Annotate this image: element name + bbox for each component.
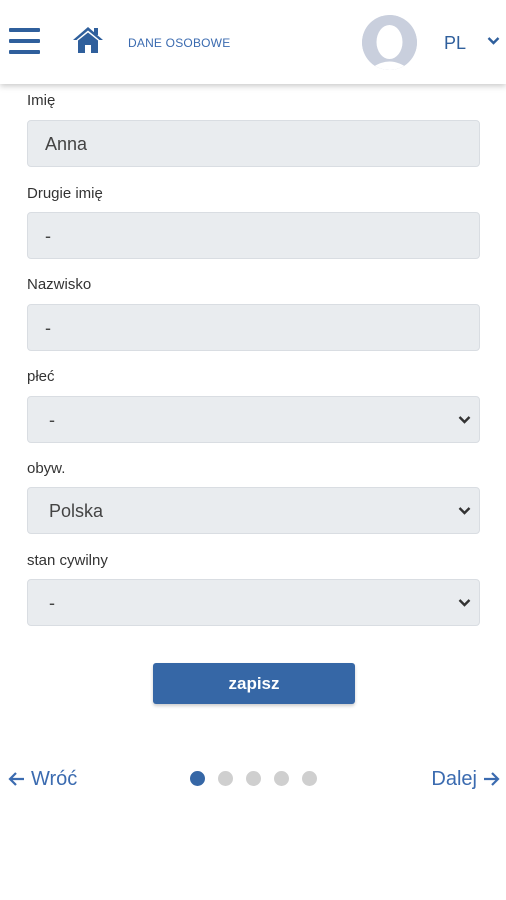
marital-status-value: -	[49, 593, 55, 613]
chevron-down-icon[interactable]	[487, 36, 500, 46]
citizenship-select[interactable]: Polska	[27, 487, 480, 534]
next-label: Dalej	[431, 767, 477, 790]
middle-name-field[interactable]: -	[27, 212, 480, 259]
middle-name-label: Drugie imię	[27, 185, 103, 202]
chevron-down-icon	[458, 599, 471, 607]
chevron-down-icon	[458, 507, 471, 515]
last-name-field[interactable]: -	[27, 304, 480, 351]
user-silhouette-icon	[362, 15, 417, 70]
step-dot[interactable]	[190, 771, 205, 786]
app-header: DANE OSOBOWE PL	[0, 0, 506, 84]
arrow-right-icon	[484, 772, 500, 786]
citizenship-label: obyw.	[27, 460, 66, 477]
first-name-field[interactable]: Anna	[27, 120, 480, 167]
gender-value: -	[49, 410, 55, 430]
page-title: DANE OSOBOWE	[128, 36, 231, 50]
first-name-value: Anna	[45, 134, 88, 154]
last-name-value: -	[45, 318, 51, 338]
first-name-label: Imię	[27, 92, 56, 109]
last-name-label: Nazwisko	[27, 276, 92, 293]
home-icon[interactable]	[72, 25, 104, 55]
save-button[interactable]: zapisz	[153, 663, 355, 704]
back-link[interactable]: Wróć	[8, 766, 77, 792]
step-dot[interactable]	[302, 771, 317, 786]
arrow-left-icon	[8, 772, 24, 786]
next-link[interactable]: Dalej	[431, 766, 500, 792]
step-dot[interactable]	[246, 771, 261, 786]
step-dot[interactable]	[274, 771, 289, 786]
chevron-down-icon	[458, 416, 471, 424]
middle-name-value: -	[45, 226, 51, 246]
gender-select[interactable]: -	[27, 396, 480, 443]
hamburger-menu-icon[interactable]	[9, 28, 40, 58]
citizenship-value: Polska	[49, 501, 104, 521]
step-dot[interactable]	[218, 771, 233, 786]
marital-status-label: stan cywilny	[27, 552, 108, 569]
language-selector[interactable]: PL	[444, 33, 466, 54]
gender-label: płeć	[27, 368, 55, 385]
marital-status-select[interactable]: -	[27, 579, 480, 626]
back-label: Wróć	[31, 767, 78, 790]
avatar[interactable]	[362, 15, 417, 70]
